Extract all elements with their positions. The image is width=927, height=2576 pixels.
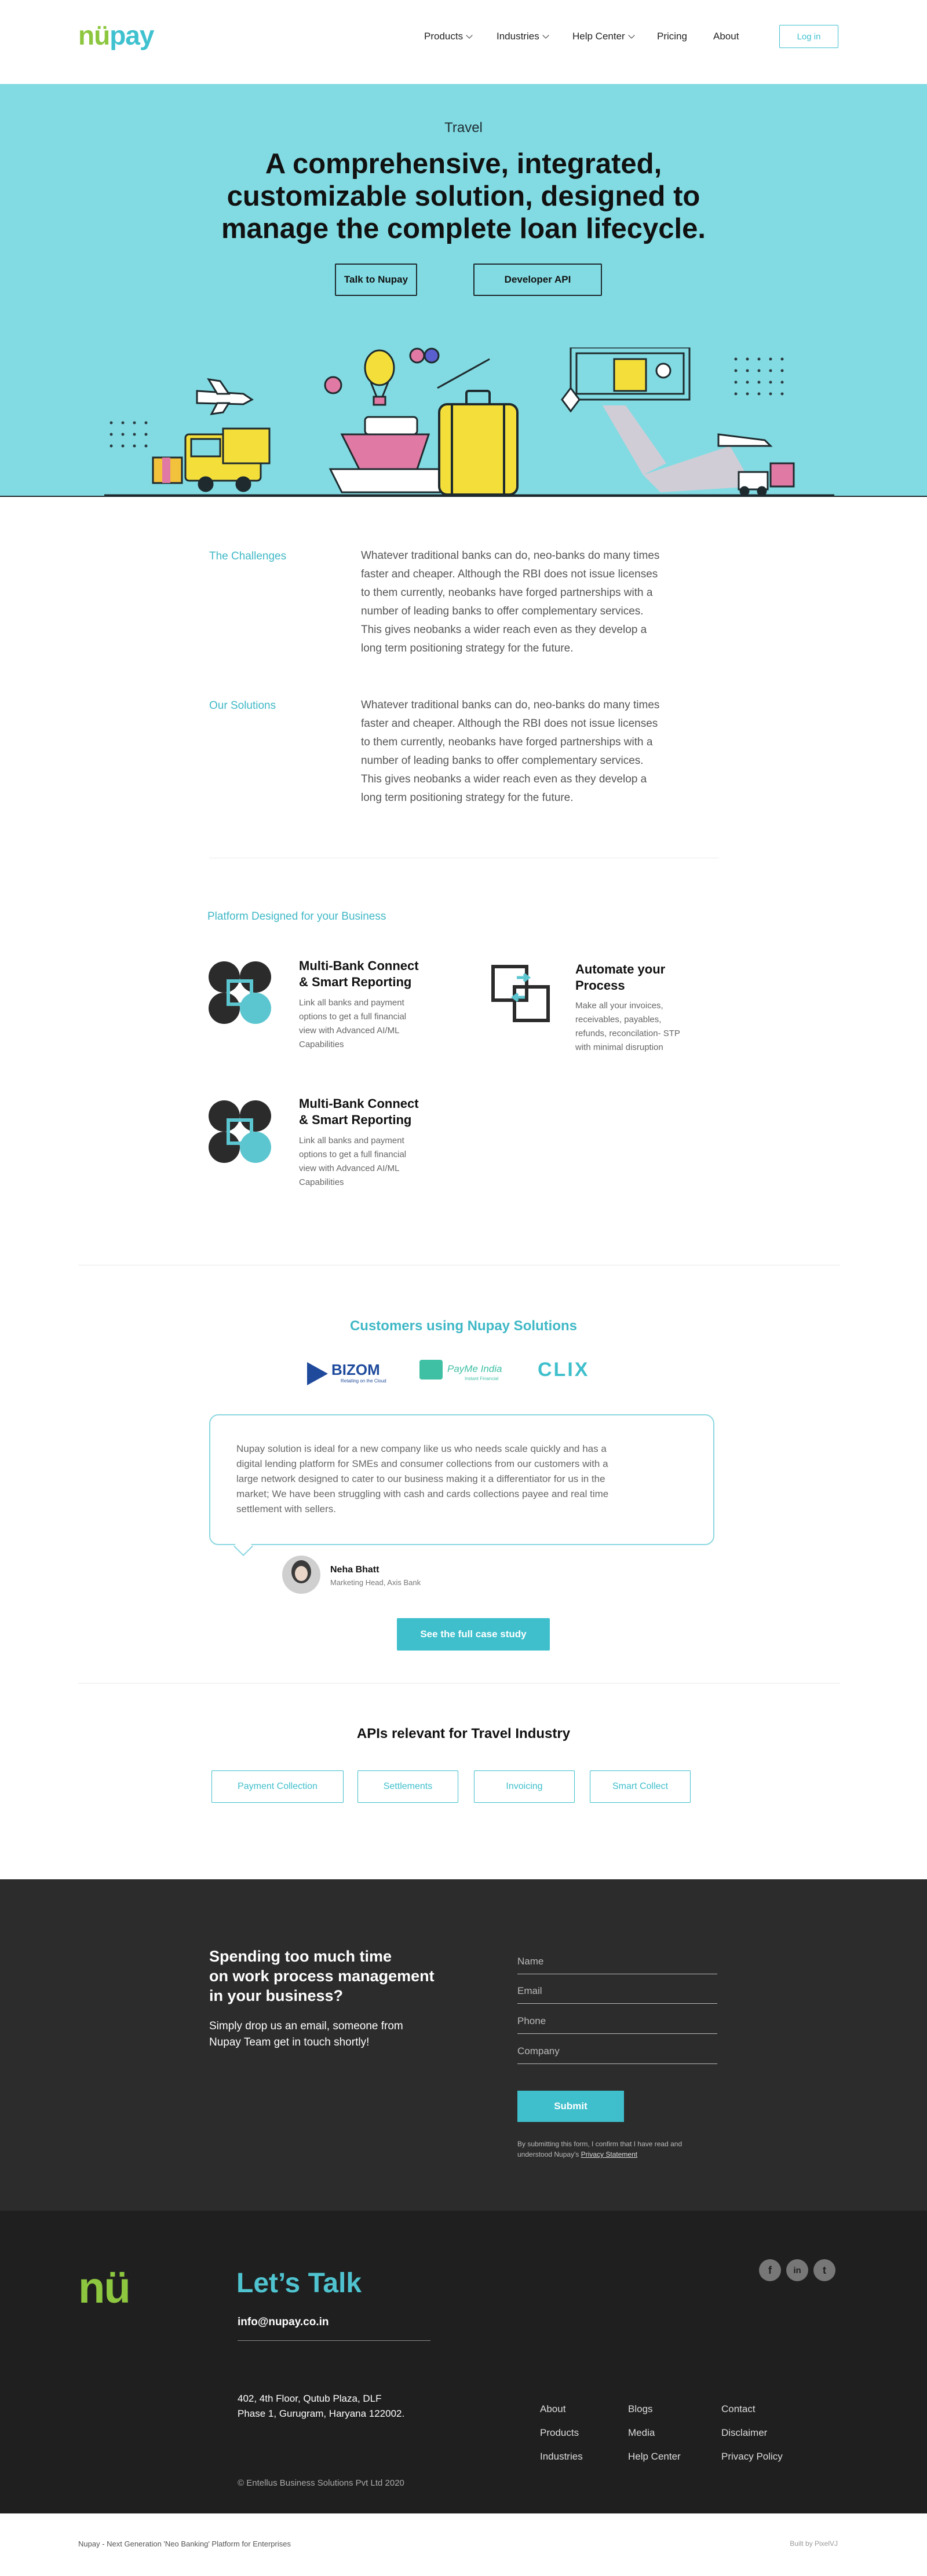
hero-title-line-1: A comprehensive, integrated,: [265, 148, 662, 180]
full-case-study-button[interactable]: See the full case study: [397, 1618, 550, 1651]
footer-link-about[interactable]: About: [540, 2397, 583, 2421]
challenges-label: The Challenges: [209, 550, 287, 562]
header: nüpay Products Industries Help Center Pr…: [0, 0, 927, 84]
wallet-icon: [419, 1360, 443, 1380]
footer-link-media[interactable]: Media: [628, 2421, 681, 2445]
platform-label: Platform Designed for your Business: [207, 910, 386, 923]
testimonial-card: Nupay solution is ideal for a new compan…: [209, 1414, 714, 1545]
footer-email-link[interactable]: info@nupay.co.in: [238, 2316, 329, 2329]
nav-about[interactable]: About: [713, 31, 739, 42]
feature-3-desc: Link all banks and payment options to ge…: [299, 1136, 407, 1187]
hero-title-line-2: customizable solution, designed to: [227, 181, 700, 212]
challenges-text: Whatever traditional banks can do, neo-b…: [361, 550, 660, 654]
footer-email-underline: [238, 2340, 430, 2341]
footer-col-1: About Products Industries: [540, 2397, 583, 2468]
footer-link-disclaimer[interactable]: Disclaimer: [721, 2421, 783, 2445]
consent-text: By submitting this form, I confirm that …: [517, 2140, 683, 2158]
nav-pricing[interactable]: Pricing: [657, 31, 687, 42]
name-field[interactable]: Name: [517, 1956, 717, 1973]
api-smart-collect[interactable]: Smart Collect: [590, 1770, 691, 1803]
contact-heading: Spending too much time on work process m…: [209, 1948, 435, 2004]
api-settlements[interactable]: Settlements: [357, 1770, 458, 1803]
email-field-underline: [517, 2003, 717, 2004]
person-role: Marketing Head, Axis Bank: [330, 1578, 421, 1587]
linkedin-icon[interactable]: in: [786, 2259, 808, 2281]
multi-bank-icon: [209, 1100, 271, 1163]
login-button[interactable]: Log in: [779, 25, 838, 48]
chevron-down-icon: [466, 31, 473, 39]
company-field-underline: [517, 2063, 717, 2064]
hero-bottom-line: [0, 496, 927, 497]
footer-link-help-center[interactable]: Help Center: [628, 2445, 681, 2468]
nupay-logo[interactable]: nüpay: [78, 20, 154, 51]
paymeindia-logo: PayMe India Instant Financial: [419, 1355, 515, 1387]
contact-section: Spending too much time on work process m…: [0, 1879, 927, 2211]
privacy-statement-link[interactable]: Privacy Statement: [581, 2150, 637, 2158]
email-field[interactable]: Email: [517, 1985, 717, 2003]
chevron-down-icon: [542, 31, 549, 39]
clix-logo: CLIX: [538, 1359, 590, 1381]
phone-field-underline: [517, 2033, 717, 2034]
company-field[interactable]: Company: [517, 2046, 717, 2063]
copyright: © Entellus Business Solutions Pvt Ltd 20…: [238, 2478, 404, 2488]
bottom-bar: Nupay - Next Generation 'Neo Banking' Pl…: [0, 2513, 927, 2576]
hero-eyebrow: Travel: [444, 120, 483, 136]
solutions-text: Whatever traditional banks can do, neo-b…: [361, 699, 660, 804]
feature-2-desc: Make all your invoices, receivables, pay…: [575, 1001, 680, 1052]
page: nüpay Products Industries Help Center Pr…: [0, 0, 927, 2576]
solutions-label: Our Solutions: [209, 700, 276, 712]
developer-api-button[interactable]: Developer API: [473, 264, 602, 296]
footer: nü Let’s Talk info@nupay.co.in 402, 4th …: [0, 2211, 927, 2513]
bizom-logo: BIZOM Retailing on the Cloud: [307, 1359, 391, 1388]
travel-illustration: [104, 347, 834, 496]
nav-products[interactable]: Products: [424, 31, 473, 42]
footer-link-privacy-policy[interactable]: Privacy Policy: [721, 2445, 783, 2468]
feature-2-title: Automate your Process: [575, 962, 666, 993]
person-name: Neha Bhatt: [330, 1565, 379, 1575]
chevron-down-icon: [628, 31, 635, 39]
airplane-icon: [196, 378, 254, 415]
api-payment-collection[interactable]: Payment Collection: [211, 1770, 344, 1803]
contact-subtext: Simply drop us an email, someone from Nu…: [209, 2020, 403, 2048]
testimonial-text: Nupay solution is ideal for a new compan…: [236, 1443, 609, 1514]
talk-to-nupay-button[interactable]: Talk to Nupay: [335, 264, 417, 296]
footer-link-industries[interactable]: Industries: [540, 2445, 583, 2468]
bizom-mark-icon: [307, 1362, 328, 1385]
nav-industries[interactable]: Industries: [497, 31, 549, 42]
feature-1-title: Multi-Bank Connect & Smart Reporting: [299, 958, 419, 989]
footer-logo: nü: [78, 2263, 131, 2312]
submit-button[interactable]: Submit: [517, 2091, 624, 2122]
footer-col-2: Blogs Media Help Center: [628, 2397, 681, 2468]
hero-section: Travel A comprehensive, integrated, cust…: [0, 84, 927, 496]
footer-link-blogs[interactable]: Blogs: [628, 2397, 681, 2421]
api-invoicing[interactable]: Invoicing: [474, 1770, 575, 1803]
avatar: [282, 1556, 320, 1594]
nav-help-center[interactable]: Help Center: [572, 31, 635, 42]
apis-title: APIs relevant for Travel Industry: [356, 1726, 571, 1741]
footer-link-products[interactable]: Products: [540, 2421, 583, 2445]
twitter-icon[interactable]: t: [813, 2259, 835, 2281]
hero-title-line-3: manage the complete loan lifecycle.: [221, 213, 706, 244]
customers-title: Customers using Nupay Solutions: [349, 1318, 578, 1334]
lets-talk-heading: Let’s Talk: [236, 2268, 362, 2299]
phone-field[interactable]: Phone: [517, 2015, 717, 2033]
automate-process-icon: [491, 965, 550, 1022]
multi-bank-icon: [209, 961, 271, 1024]
footer-col-3: Contact Disclaimer Privacy Policy: [721, 2397, 783, 2468]
bottom-tagline: Nupay - Next Generation 'Neo Banking' Pl…: [78, 2540, 291, 2548]
footer-address: 402, 4th Floor, Qutub Plaza, DLF Phase 1…: [238, 2393, 405, 2419]
section-divider: [78, 1683, 840, 1684]
footer-link-contact[interactable]: Contact: [721, 2397, 783, 2421]
feature-3-title: Multi-Bank Connect & Smart Reporting: [299, 1096, 419, 1127]
feature-1-desc: Link all banks and payment options to ge…: [299, 998, 407, 1049]
built-by-link[interactable]: Built by PixelVJ: [782, 2540, 838, 2548]
facebook-icon[interactable]: f: [759, 2259, 781, 2281]
